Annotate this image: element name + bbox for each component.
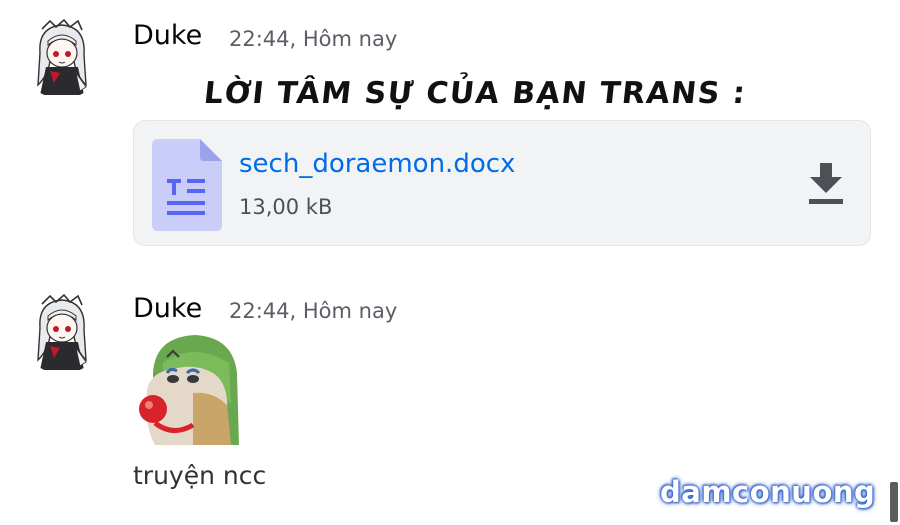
- document-icon: [152, 139, 222, 231]
- clown-dog-emoji[interactable]: [133, 333, 241, 445]
- watermark-text: damconuong: [660, 475, 876, 509]
- message-1: Duke 22:44, Hôm nay LỜI TÂM SỰ CỦA BẠN T…: [0, 0, 900, 260]
- file-attachment[interactable]: sech_doraemon.docx 13,00 kB: [133, 120, 871, 246]
- anime-avatar-icon: [20, 290, 104, 374]
- file-name-link[interactable]: sech_doraemon.docx: [239, 149, 515, 179]
- file-size: 13,00 kB: [239, 195, 333, 219]
- author-name[interactable]: Duke: [133, 20, 202, 51]
- message-timestamp: 22:44, Hôm nay: [229, 27, 398, 51]
- meme-caption: LỜI TÂM SỰ CỦA BẠN TRANS :: [202, 76, 749, 111]
- user-avatar[interactable]: [20, 15, 104, 99]
- message-timestamp: 22:44, Hôm nay: [229, 299, 398, 323]
- anime-avatar-icon: [20, 15, 104, 99]
- user-avatar[interactable]: [20, 290, 104, 374]
- scrollbar-thumb[interactable]: [890, 482, 898, 522]
- download-icon[interactable]: [806, 163, 846, 205]
- message-text: truyện ncc: [133, 461, 267, 490]
- author-name[interactable]: Duke: [133, 293, 202, 324]
